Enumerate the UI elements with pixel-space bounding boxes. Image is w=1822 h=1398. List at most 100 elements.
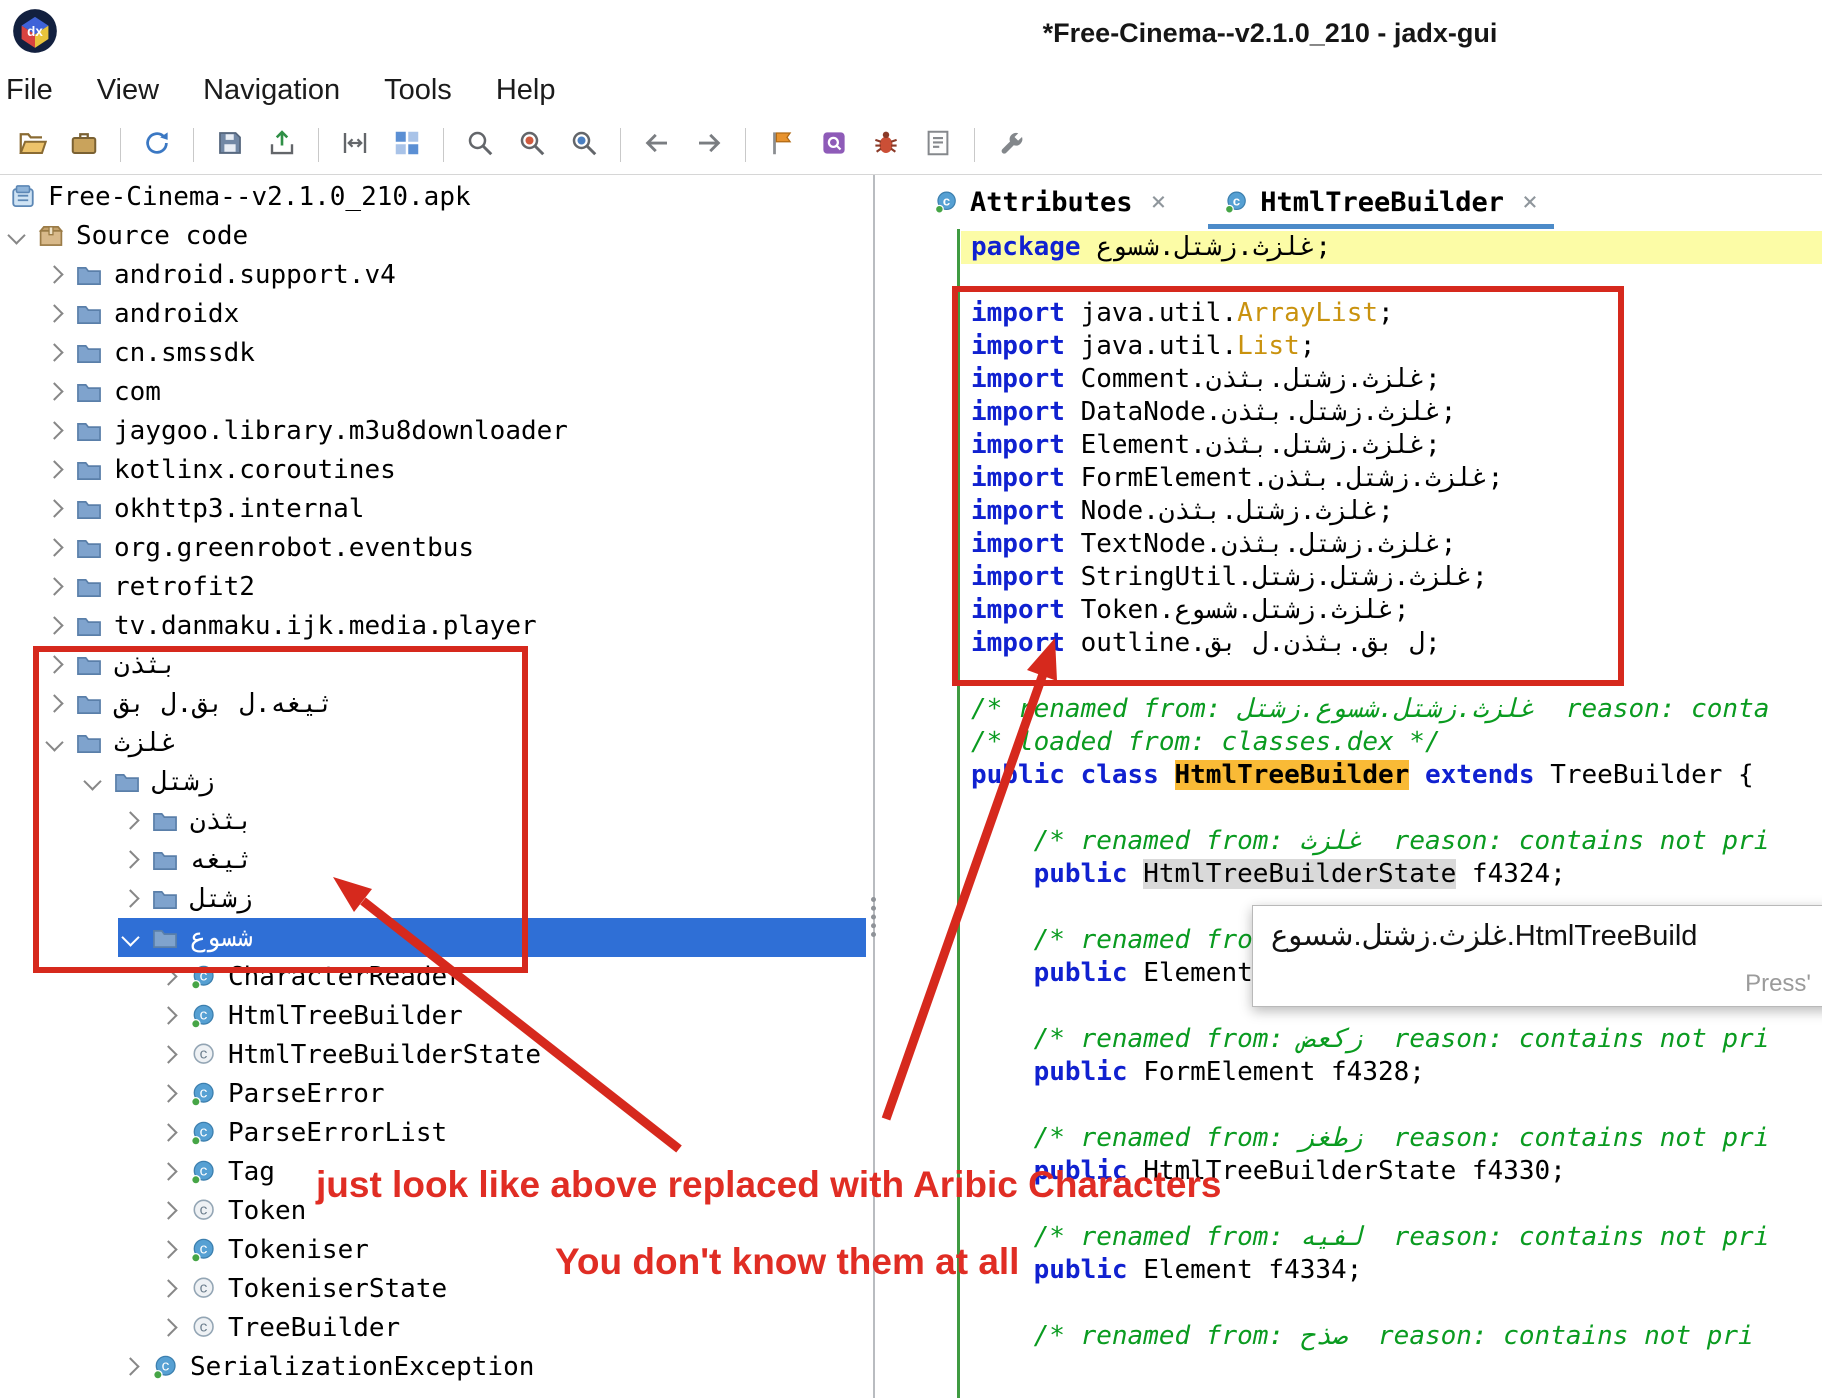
folder-icon [152, 886, 178, 912]
tree-item-label: com [114, 376, 161, 407]
svg-text:c: c [199, 1203, 208, 1219]
chevron-down-icon[interactable] [7, 226, 26, 245]
tree-item-parseerror[interactable]: c ParseError [0, 1074, 866, 1113]
chevron-down-icon[interactable] [45, 733, 64, 752]
toolbar-quark-button[interactable] [811, 122, 857, 168]
tree-item-kotlinx.coroutines[interactable]: kotlinx.coroutines [0, 450, 866, 489]
tree-item-label: بثذن [114, 649, 177, 680]
close-icon[interactable]: × [1522, 189, 1538, 215]
tree-item-source-code[interactable]: Source code [0, 216, 866, 255]
window-title: *Free-Cinema--v2.1.0_210 - jadx-gui [1042, 18, 1498, 48]
tree-item-free-cinema-v2.1.0-210.apk[interactable]: Free-Cinema--v2.1.0_210.apk [0, 177, 866, 216]
chevron-right-icon[interactable] [159, 1162, 178, 1181]
tab-htmltreebuilder[interactable]: c HtmlTreeBuilder × [1208, 175, 1554, 229]
code-editor[interactable]: package شسوع.زشتل.غلزث; import java.util.… [882, 229, 1822, 1398]
chevron-right-icon[interactable] [159, 1045, 178, 1064]
chevron-right-icon[interactable] [45, 538, 64, 557]
chevron-right-icon[interactable] [159, 1318, 178, 1337]
toolbar-log-button[interactable] [915, 122, 961, 168]
toolbar-flat-packages-button[interactable] [332, 122, 378, 168]
chevron-right-icon[interactable] [159, 967, 178, 986]
chevron-right-icon[interactable] [159, 1084, 178, 1103]
tree-item-androidx[interactable]: androidx [0, 294, 866, 333]
tree-item-label: tv.danmaku.ijk.media.player [114, 610, 537, 641]
chevron-right-icon[interactable] [45, 265, 64, 284]
chevron-right-icon[interactable] [45, 577, 64, 596]
tree-item-.-.[interactable]: ثيغه.ل بق.ل بق [0, 684, 866, 723]
menu-file[interactable]: File [0, 74, 75, 107]
tree-item-htmltreebuilderstate[interactable]: c HtmlTreeBuilderState [0, 1035, 866, 1074]
tree-item-serializationexception[interactable]: c SerializationException [0, 1347, 866, 1386]
close-icon[interactable]: × [1151, 189, 1167, 215]
toolbar-deobfuscation-button[interactable] [759, 122, 805, 168]
chevron-right-icon[interactable] [45, 460, 64, 479]
chevron-down-icon[interactable] [83, 772, 102, 791]
tree-item-jaygoo.library.m3u8downloader[interactable]: jaygoo.library.m3u8downloader [0, 411, 866, 450]
tree-item-arabic[interactable]: غلزث [0, 723, 866, 762]
toolbar-save-all-button[interactable] [207, 122, 253, 168]
toolbar-open-project-button[interactable] [61, 122, 107, 168]
chevron-right-icon[interactable] [121, 850, 140, 869]
toolbar-text-search-button[interactable] [457, 122, 503, 168]
tree-item-cn.smssdk[interactable]: cn.smssdk [0, 333, 866, 372]
tree-item-label: ParseError [228, 1078, 385, 1109]
tree-item-treebuilder[interactable]: c TreeBuilder [0, 1308, 866, 1347]
tree-item-retrofit2[interactable]: retrofit2 [0, 567, 866, 606]
menu-help[interactable]: Help [474, 74, 578, 107]
chevron-right-icon[interactable] [45, 343, 64, 362]
chevron-right-icon[interactable] [159, 1201, 178, 1220]
tree-item-arabic[interactable]: بثذن [0, 801, 866, 840]
chevron-right-icon[interactable] [159, 1240, 178, 1259]
chevron-right-icon[interactable] [45, 694, 64, 713]
chevron-right-icon[interactable] [45, 382, 64, 401]
code-line: public Element f4334; [971, 1255, 1363, 1285]
folder-icon [76, 340, 102, 366]
toolbar-export-button[interactable] [259, 122, 305, 168]
tree-item-characterreader[interactable]: c CharacterReader [0, 957, 866, 996]
tree-item-htmltreebuilder[interactable]: c HtmlTreeBuilder [0, 996, 866, 1035]
tree-item-parseerrorlist[interactable]: c ParseErrorList [0, 1113, 866, 1152]
menu-view[interactable]: View [75, 74, 181, 107]
tree-item-label: ثيغه [190, 844, 253, 875]
chevron-right-icon[interactable] [159, 1123, 178, 1142]
tree-item-tv.danmaku.ijk.media.player[interactable]: tv.danmaku.ijk.media.player [0, 606, 866, 645]
folder-icon [152, 808, 178, 834]
toolbar-class-search-button[interactable] [509, 122, 555, 168]
toolbar-back-button[interactable] [634, 122, 680, 168]
tree-item-com[interactable]: com [0, 372, 866, 411]
code-line: package شسوع.زشتل.غلزث; [961, 231, 1822, 264]
tree-item-org.greenrobot.eventbus[interactable]: org.greenrobot.eventbus [0, 528, 866, 567]
tree-item-okhttp3.internal[interactable]: okhttp3.internal [0, 489, 866, 528]
menu-navigation[interactable]: Navigation [181, 74, 362, 107]
toolbar-heap-usage-button[interactable] [384, 122, 430, 168]
tree-item-android.support.v4[interactable]: android.support.v4 [0, 255, 866, 294]
chevron-right-icon[interactable] [45, 499, 64, 518]
chevron-right-icon[interactable] [121, 811, 140, 830]
tree-item-label: jaygoo.library.m3u8downloader [114, 415, 568, 446]
chevron-right-icon[interactable] [45, 655, 64, 674]
toolbar-debugger-button[interactable] [863, 122, 909, 168]
toolbar-preferences-button[interactable] [988, 122, 1034, 168]
project-tree[interactable]: Free-Cinema--v2.1.0_210.apk Source code an… [0, 175, 866, 1398]
chevron-right-icon[interactable] [45, 421, 64, 440]
tree-item-arabic[interactable]: شسوع [0, 918, 866, 957]
panel-splitter[interactable] [866, 175, 882, 1398]
titlebar: dx *Free-Cinema--v2.1.0_210 - jadx-gui [0, 0, 1822, 64]
toolbar-open-file-button[interactable] [9, 122, 55, 168]
toolbar-forward-button[interactable] [686, 122, 732, 168]
tree-item-label: شسوع [190, 922, 253, 953]
chevron-right-icon[interactable] [159, 1279, 178, 1298]
chevron-right-icon[interactable] [45, 616, 64, 635]
menu-tools[interactable]: Tools [362, 74, 474, 107]
toolbar-reload-button[interactable] [134, 122, 180, 168]
chevron-right-icon[interactable] [159, 1006, 178, 1025]
tree-item-arabic[interactable]: زشتل [0, 879, 866, 918]
tree-item-arabic[interactable]: زشتل [0, 762, 866, 801]
tab-attributes[interactable]: c Attributes × [918, 175, 1182, 229]
toolbar-comment-search-button[interactable] [561, 122, 607, 168]
chevron-right-icon[interactable] [121, 889, 140, 908]
chevron-right-icon[interactable] [121, 1357, 140, 1376]
tree-item-arabic[interactable]: بثذن [0, 645, 866, 684]
chevron-right-icon[interactable] [45, 304, 64, 323]
tree-item-arabic[interactable]: ثيغه [0, 840, 866, 879]
